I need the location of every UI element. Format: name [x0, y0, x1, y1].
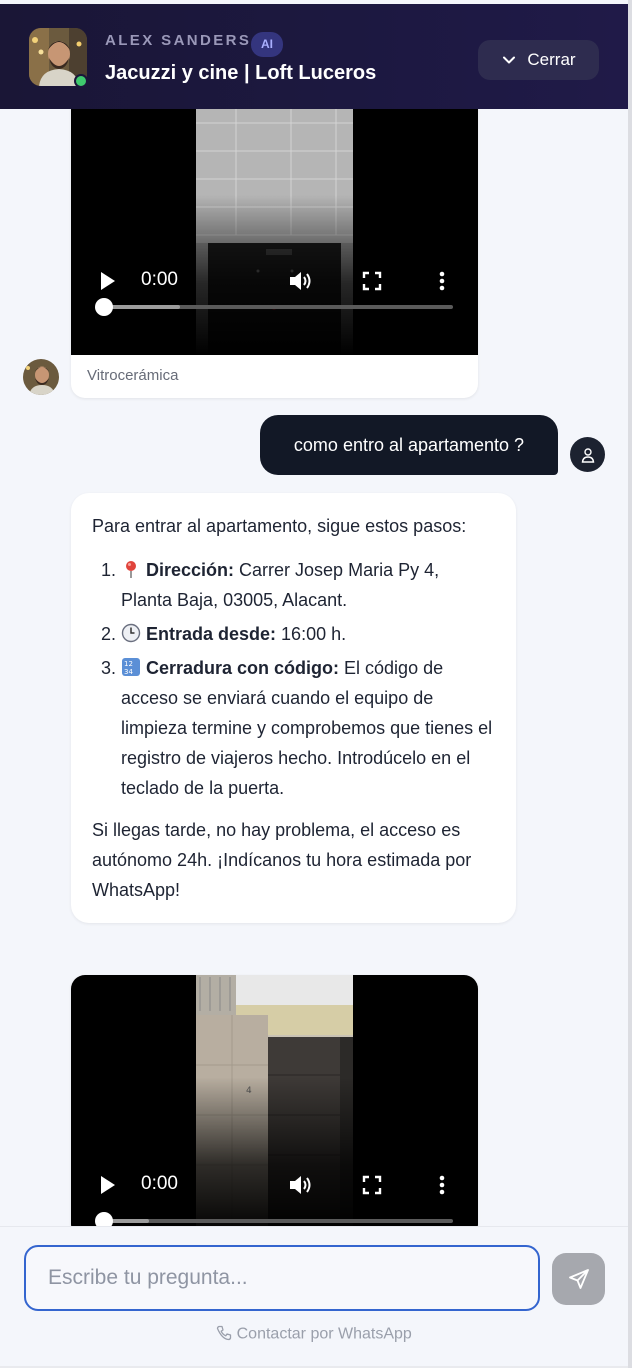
video-overlay [71, 1077, 478, 1226]
phone-icon [216, 1325, 232, 1343]
chevron-down-icon [503, 56, 516, 64]
video-time: 0:00 [141, 269, 178, 290]
volume-icon[interactable] [288, 269, 314, 293]
pin-icon [121, 558, 143, 578]
user-icon [581, 447, 594, 463]
message-composer: Contactar por WhatsApp [0, 1226, 628, 1366]
play-icon[interactable] [99, 271, 117, 291]
video-overlay [71, 195, 478, 355]
host-avatar-small [23, 359, 59, 395]
listing-title: Jacuzzi y cine | Loft Luceros [105, 62, 377, 84]
window-edge [628, 0, 632, 1368]
chat-header: ALEX SANDERS AI Jacuzzi y cine | Loft Lu… [0, 4, 628, 109]
svg-text:12: 12 [124, 660, 133, 668]
svg-text:34: 34 [124, 668, 133, 676]
step-text: El código de acceso se enviará cuando el… [121, 658, 493, 798]
video-buffered [103, 305, 180, 309]
play-icon[interactable] [99, 1175, 117, 1195]
chat-app: ALEX SANDERS AI Jacuzzi y cine | Loft Lu… [0, 0, 628, 1366]
ai-badge: AI [251, 32, 283, 57]
step-item: 1234Cerradura con código: El código de a… [121, 653, 494, 803]
step-title: Cerradura con código: [146, 658, 340, 678]
close-button-label: Cerrar [527, 50, 576, 69]
video-player[interactable]: 0:00 [71, 109, 478, 355]
numbers-icon: 1234 [121, 656, 143, 676]
video-progress-bar[interactable] [95, 1212, 453, 1226]
more-options-icon[interactable] [439, 271, 445, 291]
host-name: ALEX SANDERS [105, 32, 252, 49]
send-button[interactable] [552, 1253, 605, 1305]
video-message: 4 0:00 [71, 975, 478, 1226]
step-title: Dirección: [146, 560, 235, 580]
message-outro: Si llegas tarde, no hay problema, el acc… [92, 820, 472, 900]
user-message-bubble: como entro al apartamento ? [260, 415, 558, 475]
video-caption: Vitrocerámica [87, 367, 179, 384]
step-item: Dirección: Carrer Josep Maria Py 4, Plan… [121, 555, 494, 615]
user-avatar [570, 437, 605, 472]
volume-icon[interactable] [288, 1173, 314, 1197]
step-title: Entrada desde: [146, 624, 277, 644]
fullscreen-icon[interactable] [362, 1175, 382, 1195]
video-player[interactable]: 4 0:00 [71, 975, 478, 1226]
chat-messages[interactable]: 0:00 Vitrocerámica como entro al apartam… [0, 109, 628, 1226]
send-icon [568, 1269, 589, 1289]
clock-icon [121, 622, 143, 643]
message-intro: Para entrar al apartamento, sigue estos … [92, 516, 467, 536]
more-options-icon[interactable] [439, 1175, 445, 1195]
video-scrubber[interactable] [95, 298, 113, 316]
step-text: 16:00 h. [276, 624, 347, 644]
online-status-dot [74, 74, 88, 88]
video-scrubber[interactable] [95, 1212, 113, 1226]
fullscreen-icon[interactable] [362, 271, 382, 291]
video-message: 0:00 Vitrocerámica [71, 109, 478, 398]
whatsapp-link-label: Contactar por WhatsApp [236, 1325, 412, 1343]
close-button[interactable]: Cerrar [478, 40, 599, 80]
video-progress-bar[interactable] [95, 298, 453, 316]
steps-list: Dirección: Carrer Josep Maria Py 4, Plan… [92, 555, 494, 803]
video-time: 0:00 [141, 1173, 178, 1194]
question-input[interactable] [24, 1245, 540, 1311]
assistant-message-bubble: Para entrar al apartamento, sigue estos … [71, 493, 516, 923]
whatsapp-contact-link[interactable]: Contactar por WhatsApp [0, 1325, 628, 1344]
step-item: Entrada desde: 16:00 h. [121, 619, 494, 649]
